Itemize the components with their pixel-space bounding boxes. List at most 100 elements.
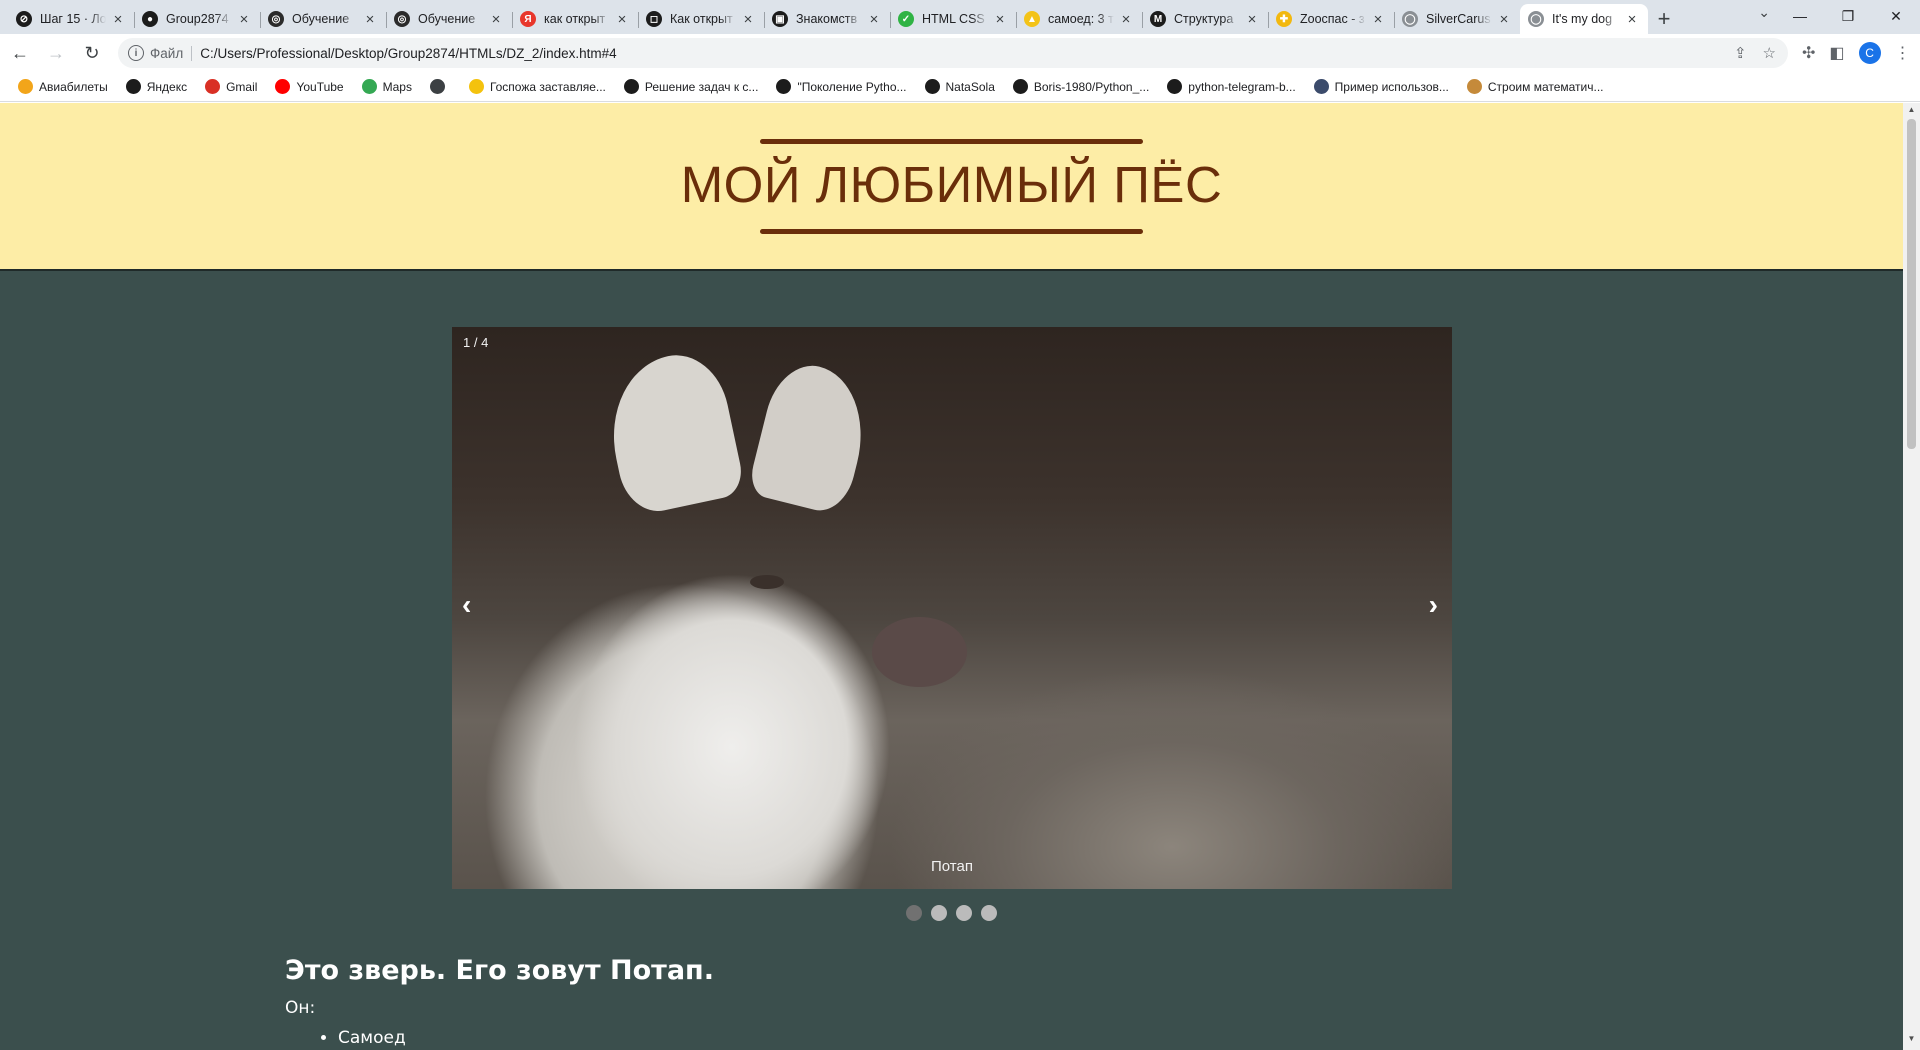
prev-slide-button[interactable]: ‹ xyxy=(462,589,471,621)
about-intro: Он: xyxy=(285,998,316,1018)
bookmark-item[interactable]: Boris-1980/Python_... xyxy=(1007,75,1155,99)
bookmarks-bar: Авиабилеты Яндекс Gmail YouTube Maps Госпожа … xyxy=(0,72,1920,102)
tab-close-icon[interactable]: × xyxy=(110,11,126,28)
tab-title: HTML CSS xyxy=(922,12,985,26)
browser-tab[interactable]: ◯ SilverCarus × xyxy=(1394,4,1520,34)
bookmark-star-icon[interactable]: ☆ xyxy=(1763,44,1776,62)
page-scrollbar[interactable]: ▲ ▼ xyxy=(1903,103,1920,1050)
scroll-up-icon[interactable]: ▲ xyxy=(1903,105,1920,119)
bookmark-favicon-icon xyxy=(1167,79,1183,94)
slide-dot[interactable] xyxy=(956,905,972,921)
bookmark-label: Maps xyxy=(382,79,412,94)
about-heading: Это зверь. Его зовут Потап. xyxy=(285,955,714,986)
bookmark-item[interactable]: python-telegram-b... xyxy=(1161,75,1301,99)
bookmark-item[interactable] xyxy=(424,75,457,99)
tab-close-icon[interactable]: × xyxy=(740,11,756,28)
browser-tab[interactable]: ⊘ Шаг 15 · Ло × xyxy=(8,4,134,34)
tab-favicon-icon: ▣ xyxy=(772,11,788,27)
tab-title: Структура xyxy=(1174,12,1234,26)
scroll-down-icon[interactable]: ▼ xyxy=(1903,1034,1920,1048)
dog-nose xyxy=(872,617,967,687)
bookmark-item[interactable]: Пример использов... xyxy=(1308,75,1455,99)
bookmark-label: Gmail xyxy=(226,79,258,94)
browser-tab[interactable]: ▣ Знакомств × xyxy=(764,4,890,34)
bookmark-item[interactable]: Maps xyxy=(356,75,418,99)
dog-ear-right xyxy=(746,356,878,518)
bookmark-favicon-icon xyxy=(468,79,484,94)
tab-close-icon[interactable]: × xyxy=(866,11,882,28)
reload-icon[interactable]: ↻ xyxy=(76,37,108,69)
new-tab-button[interactable]: + xyxy=(1648,4,1680,34)
tab-close-icon[interactable]: × xyxy=(1244,11,1260,28)
tab-close-icon[interactable]: × xyxy=(614,11,630,28)
bookmark-favicon-icon xyxy=(1313,79,1329,94)
bookmark-label: Решение задач к с... xyxy=(644,79,759,94)
tab-favicon-icon: ✓ xyxy=(898,11,914,27)
bookmark-favicon-icon xyxy=(125,79,141,94)
slide-caption: Потап xyxy=(931,858,973,875)
bookmark-favicon-icon xyxy=(361,79,377,94)
menu-kebab-icon[interactable]: ⋮ xyxy=(1895,43,1911,63)
tab-close-icon[interactable]: × xyxy=(1118,11,1134,28)
back-arrow-icon[interactable]: ← xyxy=(4,37,36,69)
bookmark-item[interactable]: Строим математич... xyxy=(1461,75,1610,99)
browser-tab[interactable]: ◎ Обучение × xyxy=(260,4,386,34)
browser-tab[interactable]: ▲ самоед: 3 т × xyxy=(1016,4,1142,34)
tab-close-icon[interactable]: × xyxy=(1496,11,1512,28)
share-icon[interactable]: ⇪ xyxy=(1734,44,1747,62)
tab-favicon-icon: ✚ xyxy=(1276,11,1292,27)
browser-tab[interactable]: ◎ Обучение × xyxy=(386,4,512,34)
side-panel-icon[interactable]: ◧ xyxy=(1829,43,1844,63)
tab-close-icon[interactable]: × xyxy=(236,11,252,28)
close-window-icon[interactable]: ✕ xyxy=(1872,0,1920,32)
tab-search-chevron-icon[interactable]: ⌄ xyxy=(1758,4,1770,21)
tab-close-icon[interactable]: × xyxy=(362,11,378,28)
forward-arrow-icon[interactable]: → xyxy=(40,37,72,69)
profile-avatar[interactable]: C xyxy=(1858,42,1881,64)
tab-active[interactable]: ◯ It's my dog × xyxy=(1520,4,1648,34)
tab-title: как открыт xyxy=(544,12,606,26)
bookmark-item[interactable]: Gmail xyxy=(199,75,263,99)
tab-close-icon[interactable]: × xyxy=(1370,11,1386,28)
minimize-icon[interactable]: — xyxy=(1776,0,1824,32)
browser-tab[interactable]: ● Group2874 × xyxy=(134,4,260,34)
browser-tab[interactable]: ◻ Как открыт × xyxy=(638,4,764,34)
scrollbar-thumb[interactable] xyxy=(1907,119,1916,449)
extensions-puzzle-icon[interactable]: ✣ xyxy=(1802,43,1815,63)
info-icon[interactable]: i xyxy=(128,45,144,61)
tab-list: ⊘ Шаг 15 · Ло × ● Group2874 × ◎ Обучение × ◎ Обуче… xyxy=(8,4,1648,34)
tab-favicon-icon: ◯ xyxy=(1402,11,1418,27)
traits-list: Самоед xyxy=(338,1028,406,1048)
slide-dot[interactable] xyxy=(906,905,922,921)
bookmark-favicon-icon xyxy=(275,79,291,94)
bookmark-label: Пример использов... xyxy=(1334,79,1449,94)
address-url[interactable]: C:/Users/Professional/Desktop/Group2874/… xyxy=(200,46,616,61)
bookmark-item[interactable]: Авиабилеты xyxy=(12,75,114,99)
bookmark-item[interactable]: Решение задач к с... xyxy=(618,75,765,99)
tab-close-icon[interactable]: × xyxy=(992,11,1008,28)
tab-favicon-icon: ◎ xyxy=(268,11,284,27)
slide-dot[interactable] xyxy=(981,905,997,921)
dog-photo xyxy=(452,327,1452,889)
tab-close-icon[interactable]: × xyxy=(488,11,504,28)
browser-tab[interactable]: ✚ Zooспас - з × xyxy=(1268,4,1394,34)
browser-tab[interactable]: ✓ HTML CSS × xyxy=(890,4,1016,34)
dog-ear-left xyxy=(597,346,747,518)
bookmark-favicon-icon xyxy=(1012,79,1028,94)
tab-favicon-icon: ⊘ xyxy=(16,11,32,27)
bookmark-item[interactable]: NataSola xyxy=(919,75,1001,99)
address-bar[interactable]: i Файл C:/Users/Professional/Desktop/Gro… xyxy=(118,38,1788,68)
bookmark-item[interactable]: Госпожа заставляе... xyxy=(463,75,612,99)
slide-dot[interactable] xyxy=(931,905,947,921)
tab-close-icon[interactable]: × xyxy=(1624,11,1640,28)
tab-favicon-icon: ◻ xyxy=(646,11,662,27)
bookmark-item[interactable]: Яндекс xyxy=(120,75,193,99)
bookmark-item[interactable]: YouTube xyxy=(269,75,349,99)
browser-tab[interactable]: Якак открыт × xyxy=(512,4,638,34)
browser-tab[interactable]: M Структура × xyxy=(1142,4,1268,34)
tab-title: SilverCarus xyxy=(1426,12,1491,26)
bookmark-favicon-icon xyxy=(18,79,33,94)
next-slide-button[interactable]: › xyxy=(1429,589,1438,621)
restore-icon[interactable]: ❐ xyxy=(1824,0,1872,32)
bookmark-item[interactable]: "Поколение Pytho... xyxy=(770,75,912,99)
